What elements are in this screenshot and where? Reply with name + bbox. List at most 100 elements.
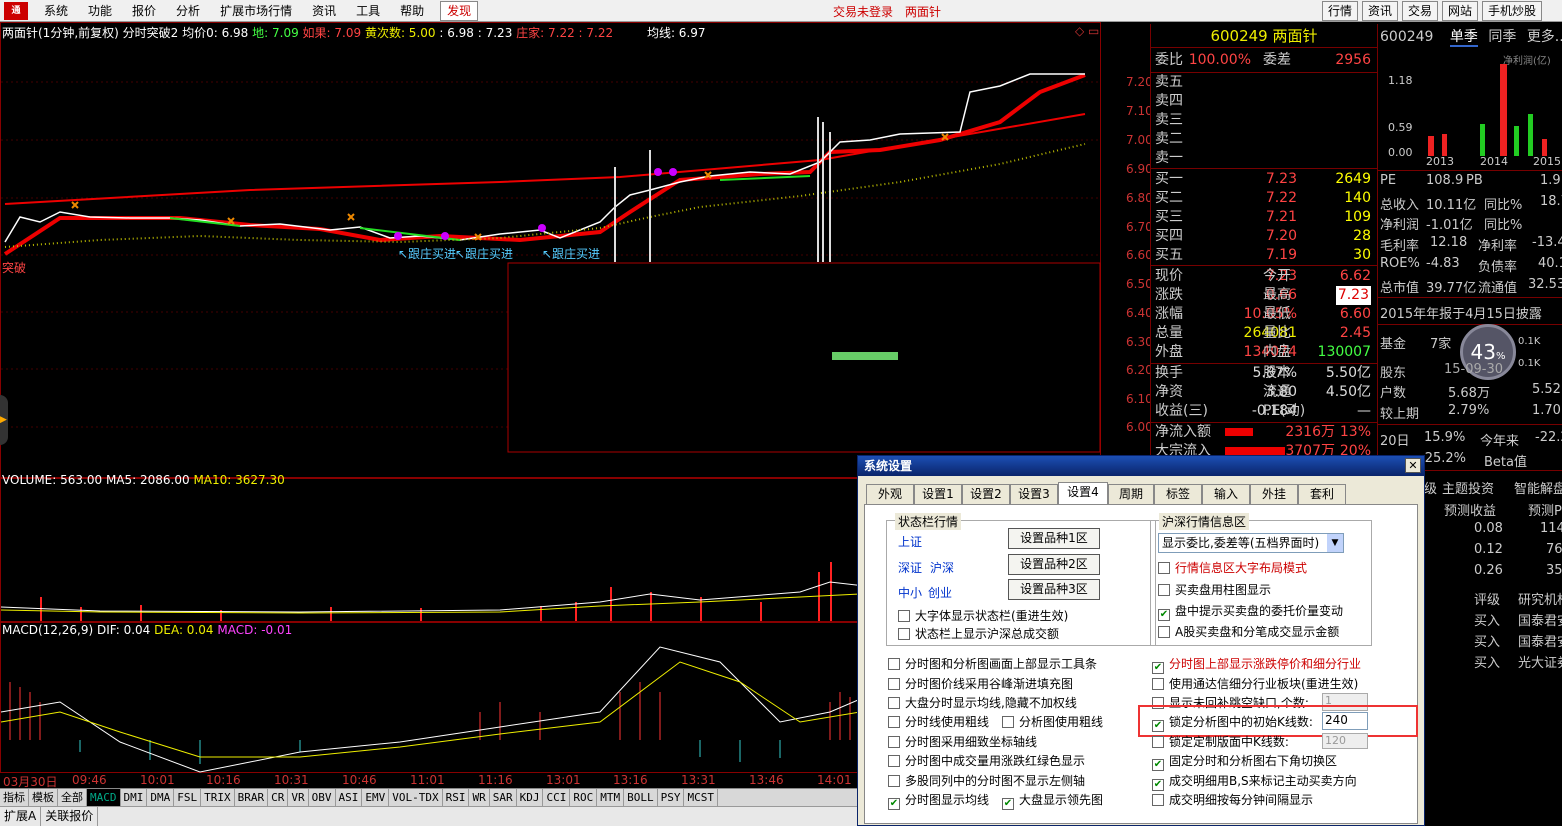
toolbar-trade-button[interactable]: 交易: [1402, 1, 1439, 21]
cb-order-change-alert[interactable]: ✔ 盘中提示买卖盘的委托价量变动: [1158, 603, 1343, 621]
cb-right-0[interactable]: ✔ 分时图上部显示涨跌停价和细分行业: [1152, 656, 1361, 674]
menu-help[interactable]: 帮助: [390, 0, 434, 22]
cb-left-4[interactable]: 分时图采用细致坐标轴线: [888, 734, 1037, 750]
hs-display-select[interactable]: 显示委比,委差等(五档界面时) ▼: [1158, 533, 1344, 553]
menu-analysis[interactable]: 分析: [166, 0, 210, 22]
tab-arbitrage[interactable]: 套利: [1298, 484, 1346, 504]
cb-right-1[interactable]: 使用通达信细分行业板块(重进生效): [1152, 676, 1358, 692]
profit-ytick: 0.00: [1388, 146, 1413, 159]
cb-index-leading[interactable]: ✔ 大盘显示领先图: [1002, 792, 1103, 810]
tab-related-quote[interactable]: 关联报价: [41, 807, 99, 826]
price-tick: 7.10: [1126, 104, 1153, 118]
indicator-tab[interactable]: VR: [288, 789, 309, 806]
toolbar-mobile-button[interactable]: 手机炒股: [1482, 1, 1543, 21]
time-tick: 11:01: [410, 773, 445, 787]
menu-news[interactable]: 资讯: [302, 0, 346, 22]
cb-left-3[interactable]: 分时线使用粗线: [888, 714, 989, 730]
cb-right-7[interactable]: 成交明细按每分钟间隔显示: [1152, 792, 1313, 808]
link-sme[interactable]: 中小: [898, 584, 922, 601]
info-di: 地: 7.09: [252, 26, 299, 40]
stat-row-change: 涨跌 0.66 最高 7.23: [1155, 286, 1371, 305]
indicator-tab[interactable]: TRIX: [201, 789, 235, 806]
cb-left-1[interactable]: 分时图价线采用谷峰渐进填充图: [888, 676, 1073, 692]
tab-settings3[interactable]: 设置3: [1010, 484, 1058, 504]
cb-left-7[interactable]: ✔ 分时图显示均线: [888, 792, 989, 810]
indicator-tab[interactable]: SAR: [490, 789, 517, 806]
cb-large-layout[interactable]: 行情信息区大字布局模式: [1158, 560, 1307, 576]
profit-year: 2014: [1480, 155, 1508, 168]
cb-right-5[interactable]: ✔ 固定分时和分析图右下角切换区: [1152, 753, 1337, 771]
link-shanghai[interactable]: 上证: [898, 533, 922, 550]
menu-discover[interactable]: 发现: [440, 0, 479, 21]
gauge-up: 0.1K: [1518, 336, 1541, 347]
close-icon[interactable]: ✕: [1405, 458, 1421, 473]
tab-labels[interactable]: 标签: [1154, 484, 1202, 504]
custom-kline-input[interactable]: 120: [1322, 733, 1368, 749]
tab-settings1[interactable]: 设置1: [914, 484, 962, 504]
link-hushen[interactable]: 沪深: [930, 559, 954, 576]
cb-bar-display[interactable]: 买卖盘用柱图显示: [1158, 582, 1271, 598]
sell-level-1: 卖一: [1155, 150, 1183, 166]
cb-right-6[interactable]: ✔ 成交明细用B,S来标记主动买卖方向: [1152, 773, 1357, 791]
indicator-tab[interactable]: DMI: [121, 789, 148, 806]
tab-more[interactable]: 更多...: [1527, 29, 1562, 45]
cb-large-status-bar[interactable]: 大字体显示状态栏(重进生效): [898, 608, 1068, 624]
trade-login-status[interactable]: 交易未登录: [833, 3, 893, 20]
link-chinext[interactable]: 创业: [928, 584, 952, 601]
menu-tools[interactable]: 工具: [346, 0, 390, 22]
indicator-tab[interactable]: FSL: [174, 789, 202, 806]
menu-function[interactable]: 功能: [78, 0, 122, 22]
indicator-tab[interactable]: MCST: [684, 789, 718, 806]
indicator-tab-active[interactable]: MACD: [87, 789, 121, 806]
tab-plugins[interactable]: 外挂: [1250, 484, 1298, 504]
indicator-tab[interactable]: 全部: [58, 789, 87, 806]
indicator-tab[interactable]: 指标: [0, 789, 29, 806]
tab-period[interactable]: 周期: [1108, 484, 1154, 504]
set-zone2-button[interactable]: 设置品种2区: [1008, 554, 1100, 575]
cb-status-hs-volume[interactable]: 状态栏上显示沪深总成交额: [898, 626, 1059, 642]
tab-single-quarter[interactable]: 单季: [1449, 29, 1478, 47]
indicator-tab[interactable]: RSI: [443, 789, 470, 806]
indicator-tab[interactable]: PSY: [658, 789, 685, 806]
menu-extended-market[interactable]: 扩展市场行情: [210, 0, 302, 22]
indicator-tab[interactable]: ROC: [570, 789, 598, 806]
indicator-tab[interactable]: EMV: [362, 789, 390, 806]
tab-appearance[interactable]: 外观: [866, 484, 914, 504]
indicator-tab[interactable]: CCI: [543, 789, 571, 806]
tab-settings2[interactable]: 设置2: [962, 484, 1010, 504]
info-junxian: 均线: 6.97: [646, 26, 706, 40]
indicator-tab[interactable]: WR: [469, 789, 490, 806]
indicator-tab[interactable]: KDJ: [517, 789, 544, 806]
toolbar-quote-button[interactable]: 行情: [1322, 1, 1359, 21]
tab-input[interactable]: 输入: [1202, 484, 1250, 504]
indicator-tab[interactable]: ASI: [336, 789, 363, 806]
indicator-tab[interactable]: BRAR: [235, 789, 269, 806]
indicator-tab[interactable]: 模板: [29, 789, 58, 806]
indicator-tab[interactable]: DMA: [147, 789, 175, 806]
toolbar-website-button[interactable]: 网站: [1442, 1, 1479, 21]
cb-analysis-thick[interactable]: 分析图使用粗线: [1002, 714, 1103, 730]
left-collapse-handle-icon[interactable]: ▶: [0, 395, 8, 445]
tab-extension-a[interactable]: 扩展A: [0, 807, 42, 826]
cb-show-amount[interactable]: A股买卖盘和分笔成交显示金额: [1158, 624, 1339, 640]
cb-left-0[interactable]: 分时图和分析图画面上部显示工具条: [888, 656, 1097, 672]
indicator-tab[interactable]: VOL-TDX: [389, 789, 443, 806]
indicator-tab[interactable]: OBV: [309, 789, 336, 806]
set-zone1-button[interactable]: 设置品种1区: [1008, 528, 1100, 549]
cb-left-5[interactable]: 分时图中成交量用涨跌红绿色显示: [888, 753, 1085, 769]
link-shenzhen[interactable]: 深证: [898, 559, 922, 576]
indicator-tab[interactable]: BOLL: [624, 789, 658, 806]
chart-toolbar-icons[interactable]: ◇ ▭: [1075, 24, 1099, 38]
toolbar-news-button[interactable]: 资讯: [1362, 1, 1399, 21]
menu-system[interactable]: 系统: [34, 0, 78, 22]
cb-left-2[interactable]: 大盘分时显示均线,隐藏不加权线: [888, 695, 1077, 711]
tab-same-quarter[interactable]: 同季: [1488, 29, 1516, 45]
price-tick: 6.10: [1126, 392, 1153, 406]
indicator-tab[interactable]: MTM: [597, 789, 625, 806]
cb-left-6[interactable]: 多股同列中的分时图不显示左侧轴: [888, 773, 1085, 789]
set-zone3-button[interactable]: 设置品种3区: [1008, 579, 1100, 600]
indicator-tab[interactable]: CR: [268, 789, 289, 806]
cb-right-4[interactable]: 锁定定制版面中K线数:: [1152, 734, 1289, 750]
tab-settings4[interactable]: 设置4: [1058, 482, 1108, 504]
menu-quote[interactable]: 报价: [122, 0, 166, 22]
